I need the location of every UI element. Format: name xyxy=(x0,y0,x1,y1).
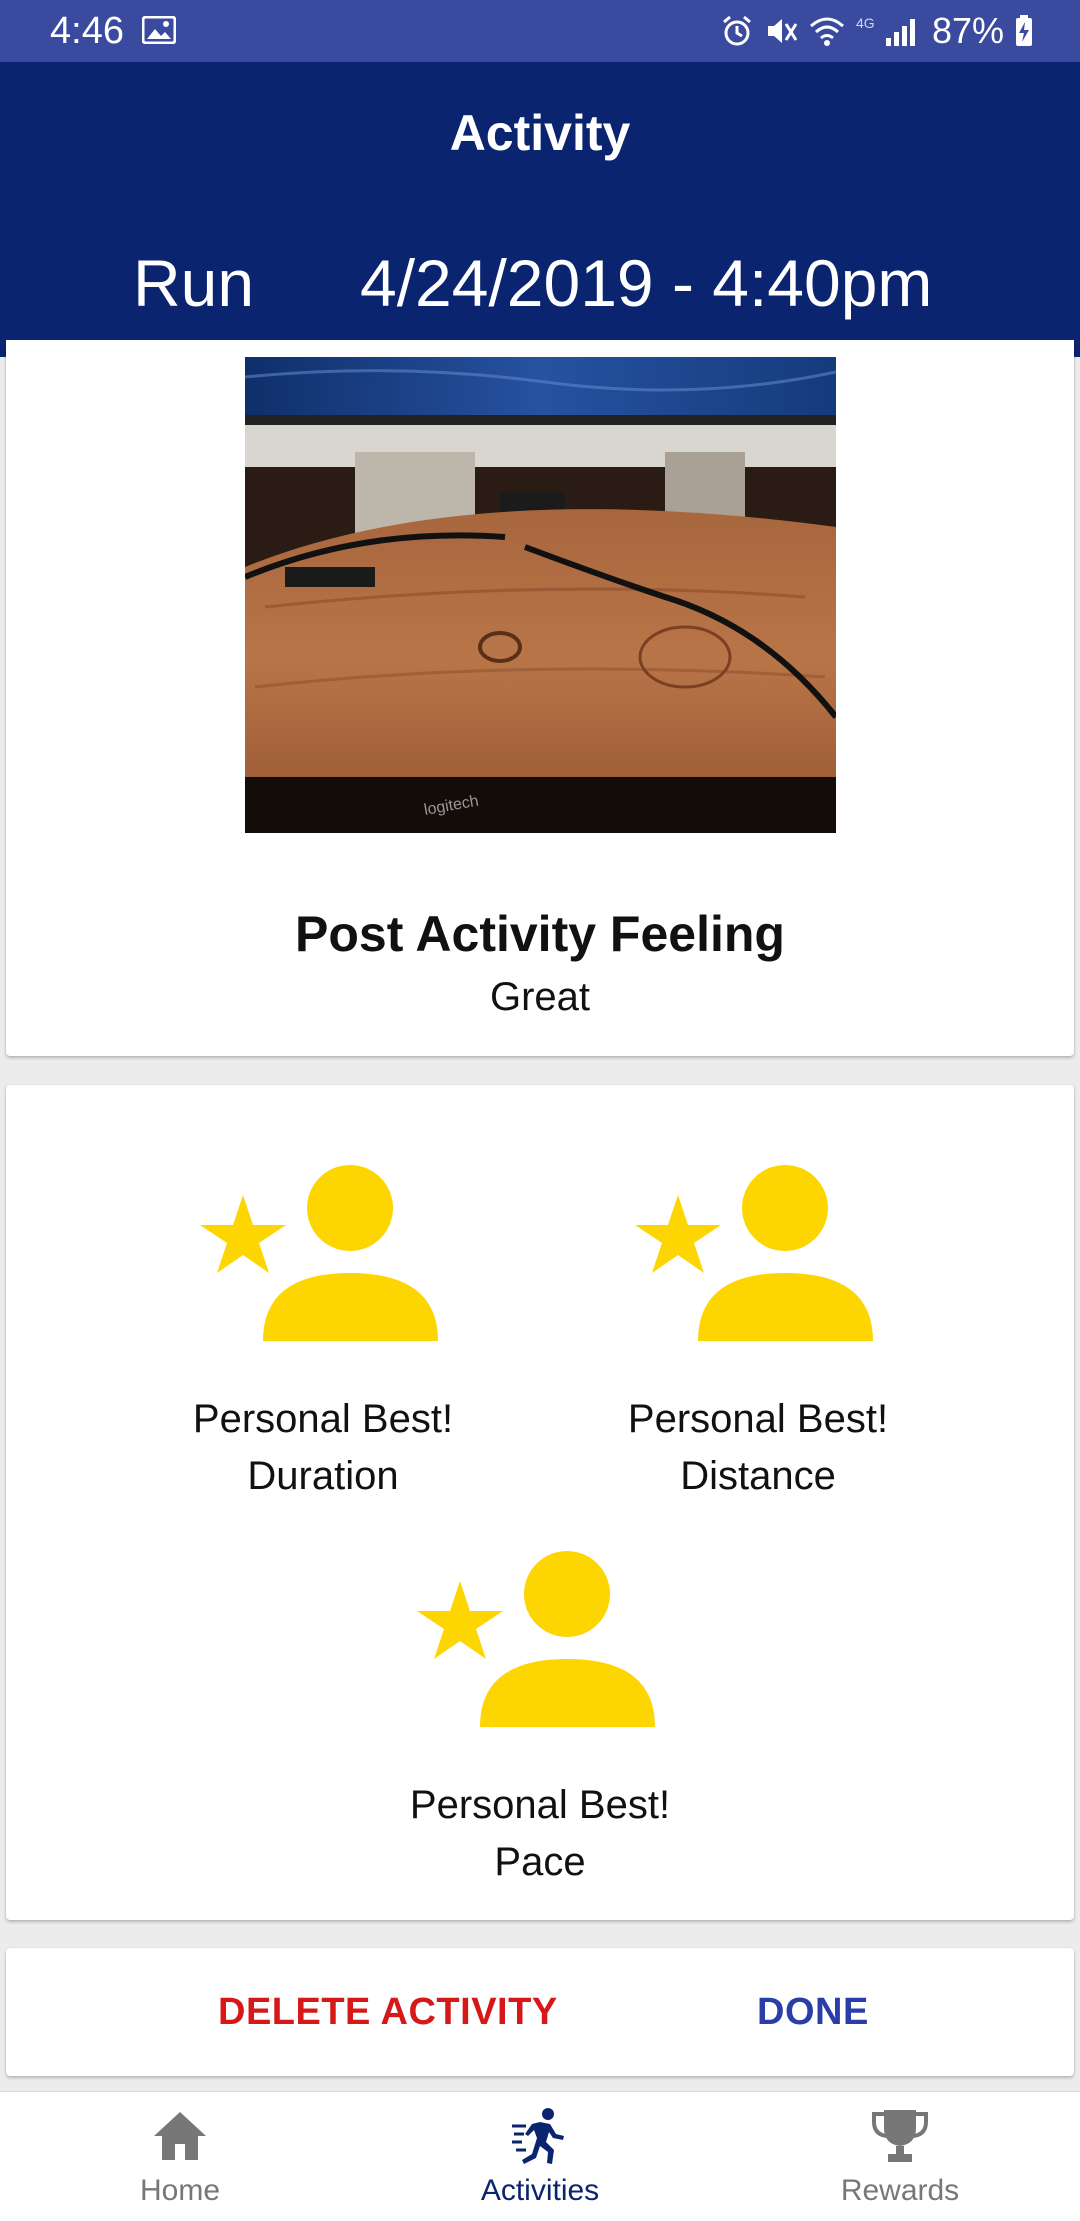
alarm-icon xyxy=(722,15,751,46)
mute-icon xyxy=(767,19,798,43)
activity-datetime: 4/24/2019 - 4:40pm xyxy=(360,246,933,320)
post-activity-feeling-title: Post Activity Feeling xyxy=(295,906,785,962)
home-icon xyxy=(154,2112,206,2160)
status-time: 4:46 xyxy=(50,10,124,52)
award-metric: Pace xyxy=(494,1840,586,1884)
gallery-notification-icon xyxy=(142,16,176,44)
award-title: Personal Best! xyxy=(627,1397,889,1441)
svg-text:4G: 4G xyxy=(856,15,875,31)
activity-type: Run xyxy=(133,246,255,320)
award-pace: Personal Best! Pace xyxy=(360,1551,720,1891)
award-title: Personal Best! xyxy=(192,1397,454,1441)
nav-label-rewards: Rewards xyxy=(840,2174,960,2207)
activity-photo-image: logitech xyxy=(245,357,836,833)
nav-label-home: Home xyxy=(139,2174,221,2207)
status-bar: 4:46 4G 87% xyxy=(0,0,1080,62)
personal-best-icon xyxy=(417,1551,655,1727)
done-button[interactable]: DONE xyxy=(757,1948,869,2076)
actions-card: DELETE ACTIVITY DONE xyxy=(6,1948,1074,2076)
app-header: Activity Run 4/24/2019 - 4:40pm xyxy=(0,62,1080,357)
running-icon xyxy=(512,2108,564,2164)
award-distance: Personal Best! Distance xyxy=(578,1165,938,1505)
personal-best-icon xyxy=(200,1165,438,1341)
nav-item-activities[interactable]: Activities xyxy=(360,2092,720,2221)
activity-photo[interactable]: logitech xyxy=(245,357,836,833)
trophy-icon xyxy=(872,2110,928,2162)
bottom-navigation: Home Activities Rewards xyxy=(0,2091,1080,2221)
nav-item-home[interactable]: Home xyxy=(0,2092,360,2221)
battery-percent: 87% xyxy=(931,10,1004,51)
nav-item-rewards[interactable]: Rewards xyxy=(720,2092,1080,2221)
page-title: Activity xyxy=(449,105,631,161)
personal-best-icon xyxy=(635,1165,873,1341)
lte-signal-icon: 4G xyxy=(856,15,915,46)
status-icons: 4G 87% xyxy=(720,10,1034,52)
activity-photo-card: logitech Post Activity Feeling Great xyxy=(6,340,1074,1056)
award-title: Personal Best! xyxy=(409,1783,671,1827)
personal-best-card: Personal Best! Duration Personal Best! D… xyxy=(6,1085,1074,1920)
award-metric: Distance xyxy=(680,1454,836,1498)
award-metric: Duration xyxy=(247,1454,399,1498)
award-duration: Personal Best! Duration xyxy=(143,1165,503,1505)
nav-label-activities: Activities xyxy=(480,2174,600,2207)
delete-activity-button[interactable]: DELETE ACTIVITY xyxy=(218,1948,558,2076)
post-activity-feeling-value: Great xyxy=(489,975,591,1019)
battery-charging-icon xyxy=(1016,15,1032,46)
wifi-icon xyxy=(809,17,844,46)
